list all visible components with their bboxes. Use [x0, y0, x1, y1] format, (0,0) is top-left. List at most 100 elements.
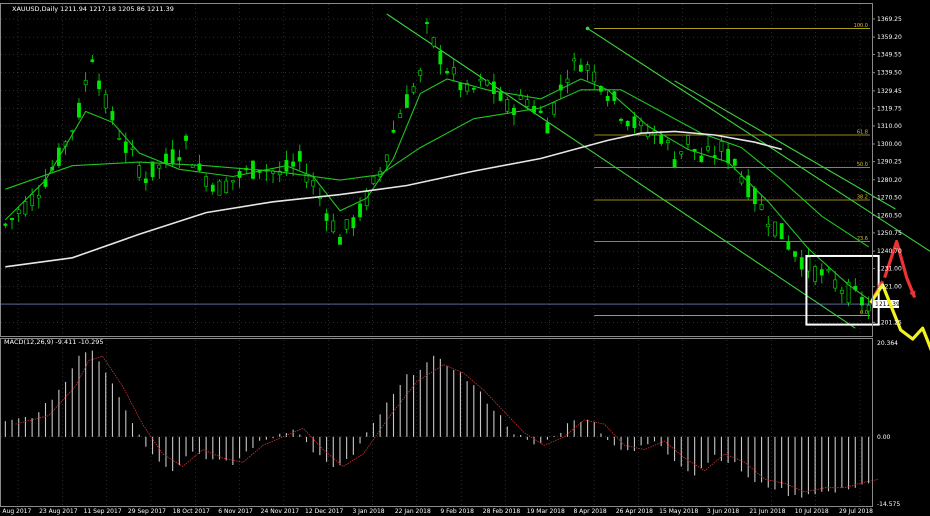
candle-body	[130, 147, 135, 150]
candle-body	[665, 140, 670, 143]
candle-body	[297, 151, 302, 162]
candle-body	[498, 91, 503, 101]
candle-body	[632, 116, 637, 128]
candle-body	[538, 110, 543, 113]
candle-body	[793, 251, 797, 257]
macd-y-tick-label: -14.575	[877, 501, 900, 508]
candle-body	[36, 194, 41, 199]
fib-level-label: 23.6	[857, 236, 868, 242]
macd-header: MACD(12,26,9) -9.411 -10.295	[4, 338, 104, 346]
y-tick-label: 1290.25	[877, 159, 902, 166]
candle-body	[565, 78, 570, 83]
candle-body	[719, 141, 724, 152]
x-tick-label: 15 May 2018	[659, 508, 698, 515]
moving-average-line	[5, 130, 782, 268]
candle-body	[699, 155, 704, 163]
candle-body	[157, 164, 162, 169]
candle-body	[344, 219, 349, 230]
candle-body	[3, 223, 8, 226]
y-tick-label: 1250.75	[877, 230, 902, 237]
candle-body	[799, 257, 804, 270]
candle-body	[291, 161, 296, 167]
fib-level-label: 100.0	[854, 23, 868, 29]
candle-body	[672, 159, 677, 168]
candle-body	[103, 94, 108, 109]
x-tick-label: 21 Jun 2018	[749, 508, 785, 515]
candle-body	[545, 122, 550, 134]
candle-body	[552, 102, 557, 115]
candle-body	[311, 180, 316, 187]
candle-body	[210, 184, 215, 192]
candle-body	[732, 158, 737, 166]
candle-body	[813, 266, 818, 282]
candle-body	[779, 223, 784, 240]
candle-body	[592, 71, 597, 83]
candle-body	[398, 113, 403, 118]
x-tick-label: 3 Jan 2018	[352, 508, 384, 515]
candle-body	[706, 146, 710, 151]
x-tick-label: 24 Nov 2017	[261, 508, 300, 515]
candle-body	[97, 80, 101, 90]
candle-body	[143, 178, 148, 183]
candle-body	[204, 176, 209, 187]
candle-body	[404, 94, 409, 108]
candle-body	[471, 88, 476, 90]
candle-body	[686, 135, 690, 145]
x-tick-label: 19 Mar 2018	[527, 508, 565, 515]
candle-body	[117, 137, 122, 140]
x-tick-label: 29 Sep 2017	[128, 508, 166, 515]
candle-body	[839, 289, 844, 294]
candle-body	[30, 194, 35, 206]
candle-body	[137, 165, 142, 178]
x-tick-label: 22 Jan 2018	[395, 508, 431, 515]
candle-body	[525, 99, 530, 107]
x-tick-label: 6 Nov 2017	[218, 508, 253, 515]
candle-body	[572, 58, 577, 62]
candle-body	[512, 107, 516, 115]
x-tick-label: 4 Aug 2017	[0, 508, 31, 515]
candle-body	[338, 237, 342, 245]
price-chart[interactable]: 100.061.850.038.223.60.0 1211.39 4 Aug 2…	[0, 0, 930, 516]
candle-body	[331, 220, 336, 233]
candle-body	[833, 279, 838, 289]
candle-body	[351, 217, 356, 229]
candle-body	[418, 70, 423, 76]
candle-body	[23, 201, 28, 215]
candle-body	[585, 64, 590, 71]
candle-body	[786, 241, 791, 250]
y-tick-label: 1359.20	[877, 34, 902, 41]
y-tick-label: 1349.55	[877, 52, 902, 59]
candle-body	[659, 134, 664, 144]
candle-body	[445, 71, 449, 74]
candle-body	[184, 135, 188, 141]
candle-body	[90, 59, 95, 62]
candle-body	[10, 218, 14, 221]
fib-level-label: 38.2	[857, 194, 868, 200]
candle-body	[358, 203, 362, 218]
macd-pane-frame	[0, 338, 873, 507]
candle-body	[866, 304, 871, 312]
candle-body	[83, 80, 88, 86]
x-tick-label: 29 Jul 2018	[839, 508, 873, 515]
candle-body	[230, 180, 235, 183]
channel-line-lower	[386, 13, 856, 329]
x-tick-label: 8 Apr 2018	[573, 508, 606, 515]
candle-body	[759, 204, 764, 210]
candle-body	[451, 67, 456, 75]
macd-y-tick-label: 0.00	[877, 434, 891, 441]
candle-body	[773, 221, 777, 237]
chart-window: 100.0 61.8 50.0 38.2 23.6 0.0 1211.39 4 Aug 2…	[0, 0, 930, 516]
candle-body	[77, 102, 81, 118]
candle-body	[16, 209, 21, 214]
candle-body	[739, 176, 744, 184]
candle-body	[391, 129, 396, 133]
candle-body	[438, 50, 443, 65]
candle-body	[819, 269, 824, 276]
moving-average-line	[4, 78, 870, 300]
candle-body	[458, 82, 463, 91]
y-tick-label: 1319.75	[877, 105, 902, 112]
x-tick-label: 23 Aug 2017	[39, 508, 78, 515]
candle-body	[170, 149, 175, 165]
x-tick-label: 3 Jun 2018	[707, 508, 739, 515]
candle-body	[70, 130, 75, 132]
